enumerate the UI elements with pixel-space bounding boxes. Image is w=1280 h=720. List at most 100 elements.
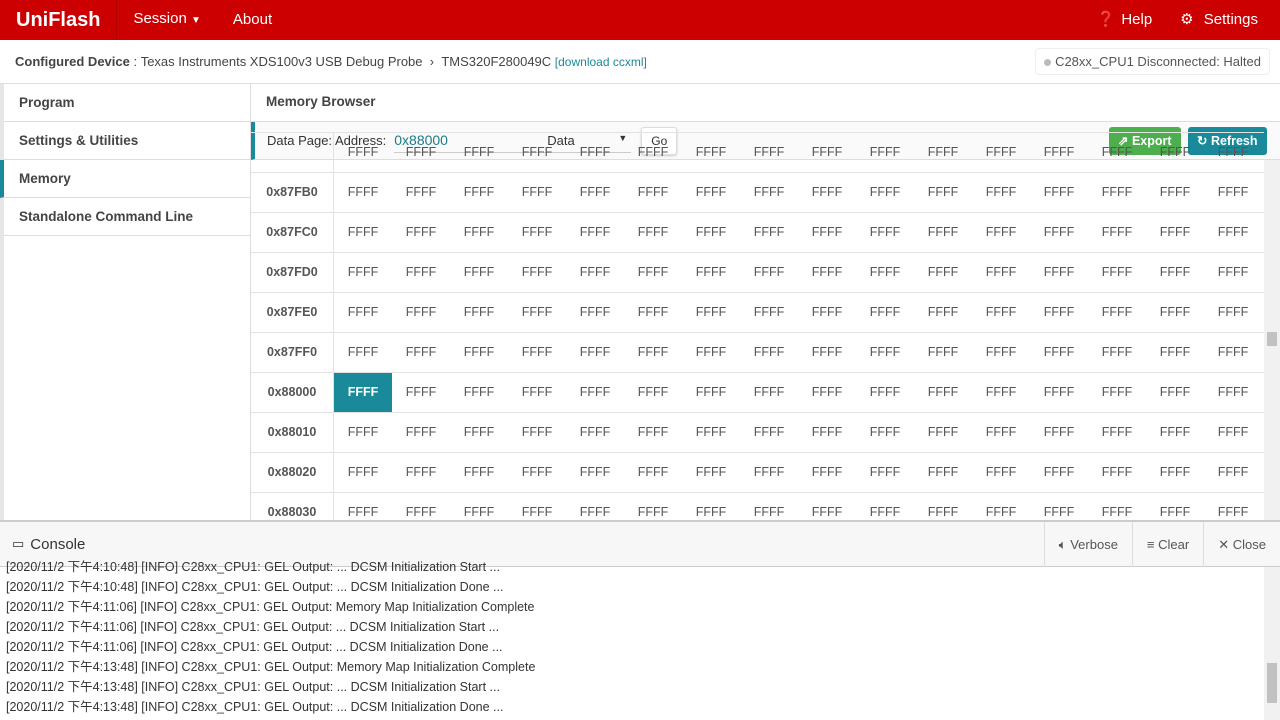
memory-cell[interactable]: FFFF bbox=[334, 413, 392, 452]
memory-cell[interactable]: FFFF bbox=[972, 293, 1030, 332]
memory-cell[interactable]: FFFF bbox=[740, 493, 798, 520]
memory-cell[interactable]: FFFF bbox=[508, 133, 566, 172]
help-link[interactable]: ❓ Help bbox=[1081, 0, 1175, 40]
memory-cell[interactable]: FFFF bbox=[1030, 493, 1088, 520]
memory-cell[interactable]: FFFF bbox=[682, 213, 740, 252]
memory-cell[interactable]: FFFF bbox=[1146, 293, 1204, 332]
memory-cell[interactable]: FFFF bbox=[624, 413, 682, 452]
memory-cell[interactable]: FFFF bbox=[566, 133, 624, 172]
memory-cell[interactable]: FFFF bbox=[334, 493, 392, 520]
memory-cell[interactable]: FFFF bbox=[914, 173, 972, 212]
memory-cell[interactable]: FFFF bbox=[1204, 173, 1262, 212]
memory-cell[interactable]: FFFF bbox=[334, 293, 392, 332]
memory-cell[interactable]: FFFF bbox=[334, 333, 392, 372]
memory-cell[interactable]: FFFF bbox=[392, 333, 450, 372]
memory-cell[interactable]: FFFF bbox=[798, 133, 856, 172]
memory-cell[interactable]: FFFF bbox=[1030, 453, 1088, 492]
memory-cell[interactable]: FFFF bbox=[450, 173, 508, 212]
memory-cell[interactable]: FFFF bbox=[1088, 173, 1146, 212]
memory-cell[interactable]: FFFF bbox=[624, 373, 682, 412]
memory-cell[interactable]: FFFF bbox=[450, 253, 508, 292]
memory-cell[interactable]: FFFF bbox=[972, 413, 1030, 452]
memory-cell[interactable]: FFFF bbox=[856, 213, 914, 252]
memory-cell[interactable]: FFFF bbox=[508, 173, 566, 212]
console-scrollbar[interactable] bbox=[1264, 567, 1280, 720]
memory-cell[interactable]: FFFF bbox=[392, 253, 450, 292]
memory-cell[interactable]: FFFF bbox=[1146, 333, 1204, 372]
memory-cell[interactable]: FFFF bbox=[624, 293, 682, 332]
memory-cell[interactable]: FFFF bbox=[972, 173, 1030, 212]
memory-cell[interactable]: FFFF bbox=[1030, 253, 1088, 292]
memory-cell[interactable]: FFFF bbox=[682, 173, 740, 212]
memory-cell[interactable]: FFFF bbox=[740, 333, 798, 372]
memory-cell[interactable]: FFFF bbox=[508, 373, 566, 412]
memory-cell[interactable]: FFFF bbox=[450, 213, 508, 252]
memory-cell[interactable]: FFFF bbox=[1146, 133, 1204, 172]
memory-cell[interactable]: FFFF bbox=[392, 373, 450, 412]
memory-cell[interactable]: FFFF bbox=[740, 173, 798, 212]
memory-cell[interactable]: FFFF bbox=[1204, 373, 1262, 412]
memory-cell[interactable]: FFFF bbox=[1088, 413, 1146, 452]
memory-cell[interactable]: FFFF bbox=[624, 333, 682, 372]
memory-cell[interactable]: FFFF bbox=[914, 413, 972, 452]
memory-cell[interactable]: FFFF bbox=[1088, 293, 1146, 332]
memory-cell[interactable]: FFFF bbox=[682, 293, 740, 332]
settings-link[interactable]: ⚙ Settings bbox=[1174, 0, 1280, 40]
memory-cell[interactable]: FFFF bbox=[1030, 333, 1088, 372]
memory-cell[interactable]: FFFF bbox=[972, 133, 1030, 172]
memory-cell[interactable]: FFFF bbox=[856, 133, 914, 172]
about-link[interactable]: About bbox=[217, 0, 288, 40]
memory-cell[interactable]: FFFF bbox=[1204, 493, 1262, 520]
memory-cell[interactable]: FFFF bbox=[624, 253, 682, 292]
memory-cell[interactable]: FFFF bbox=[392, 493, 450, 520]
memory-cell[interactable]: FFFF bbox=[740, 453, 798, 492]
memory-cell[interactable]: FFFF bbox=[856, 333, 914, 372]
memory-cell[interactable]: FFFF bbox=[798, 333, 856, 372]
memory-cell[interactable]: FFFF bbox=[972, 453, 1030, 492]
memory-cell[interactable]: FFFF bbox=[682, 333, 740, 372]
memory-cell[interactable]: FFFF bbox=[1204, 453, 1262, 492]
memory-cell[interactable]: FFFF bbox=[450, 333, 508, 372]
memory-cell[interactable]: FFFF bbox=[1204, 333, 1262, 372]
memory-cell[interactable]: FFFF bbox=[566, 413, 624, 452]
memory-cell[interactable]: FFFF bbox=[334, 253, 392, 292]
memory-cell[interactable]: FFFF bbox=[1088, 373, 1146, 412]
memory-cell[interactable]: FFFF bbox=[1146, 253, 1204, 292]
memory-cell[interactable]: FFFF bbox=[798, 373, 856, 412]
memory-cell[interactable]: FFFF bbox=[856, 413, 914, 452]
memory-cell[interactable]: FFFF bbox=[1030, 373, 1088, 412]
memory-cell[interactable]: FFFF bbox=[1146, 493, 1204, 520]
memory-cell[interactable]: FFFF bbox=[1088, 453, 1146, 492]
memory-cell[interactable]: FFFF bbox=[508, 493, 566, 520]
memory-cell[interactable]: FFFF bbox=[392, 133, 450, 172]
memory-cell[interactable]: FFFF bbox=[1088, 133, 1146, 172]
memory-cell[interactable]: FFFF bbox=[566, 493, 624, 520]
sidebar-item-memory[interactable]: Memory bbox=[0, 160, 250, 198]
memory-cell[interactable]: FFFF bbox=[624, 213, 682, 252]
memory-cell[interactable]: FFFF bbox=[798, 413, 856, 452]
memory-cell[interactable]: FFFF bbox=[798, 253, 856, 292]
download-ccxml-link[interactable]: [download ccxml] bbox=[555, 55, 647, 69]
memory-cell[interactable]: FFFF bbox=[566, 293, 624, 332]
memory-cell[interactable]: FFFF bbox=[914, 213, 972, 252]
memory-cell[interactable]: FFFF bbox=[392, 173, 450, 212]
memory-cell[interactable]: FFFF bbox=[914, 493, 972, 520]
memory-cell[interactable]: FFFF bbox=[972, 493, 1030, 520]
memory-cell[interactable]: FFFF bbox=[1030, 133, 1088, 172]
memory-cell[interactable]: FFFF bbox=[740, 413, 798, 452]
memory-cell[interactable]: FFFF bbox=[566, 333, 624, 372]
memory-cell[interactable]: FFFF bbox=[914, 373, 972, 412]
memory-cell[interactable]: FFFF bbox=[682, 493, 740, 520]
memory-cell[interactable]: FFFF bbox=[798, 293, 856, 332]
memory-cell[interactable]: FFFF bbox=[740, 373, 798, 412]
memory-cell[interactable]: FFFF bbox=[1204, 293, 1262, 332]
memory-cell[interactable]: FFFF bbox=[392, 293, 450, 332]
memory-cell[interactable]: FFFF bbox=[914, 333, 972, 372]
memory-cell[interactable]: FFFF bbox=[1204, 133, 1262, 172]
memory-cell[interactable]: FFFF bbox=[392, 453, 450, 492]
memory-cell[interactable]: FFFF bbox=[1146, 173, 1204, 212]
memory-cell[interactable]: FFFF bbox=[682, 253, 740, 292]
memory-cell[interactable]: FFFF bbox=[914, 293, 972, 332]
memory-cell[interactable]: FFFF bbox=[566, 373, 624, 412]
memory-cell[interactable]: FFFF bbox=[1204, 413, 1262, 452]
